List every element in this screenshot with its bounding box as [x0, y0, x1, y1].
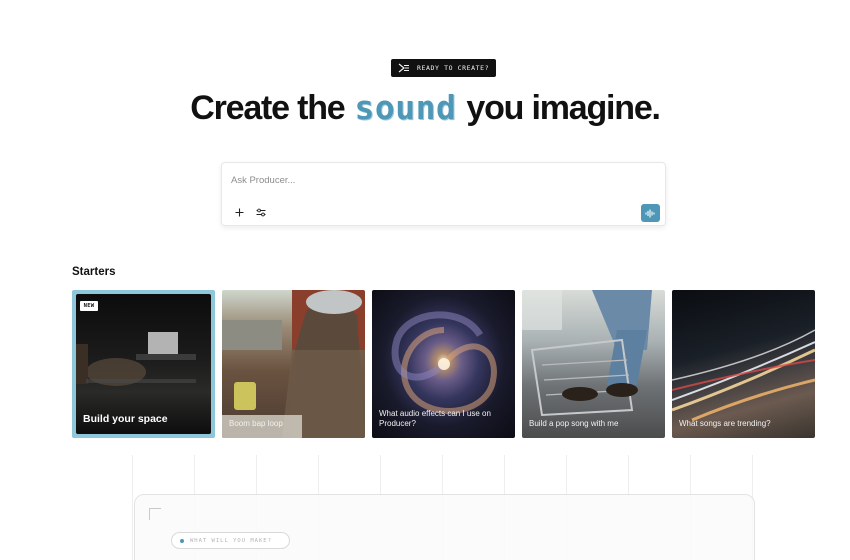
- add-button[interactable]: [232, 205, 246, 219]
- starter-card-build-your-space[interactable]: NEW Build your space: [72, 290, 215, 438]
- sliders-icon: [256, 208, 266, 216]
- composer-panel: WHAT WILL YOU MAKE?: [134, 494, 755, 560]
- starter-card-label: What songs are trending?: [679, 419, 771, 428]
- ready-badge: READY TO CREATE?: [391, 59, 496, 77]
- starters-heading: Starters: [72, 266, 116, 278]
- what-will-you-make-pill[interactable]: WHAT WILL YOU MAKE?: [171, 532, 290, 549]
- starter-card-image: [522, 290, 665, 438]
- ask-producer-input[interactable]: [231, 173, 651, 187]
- starter-card-image: [672, 290, 815, 438]
- waveform-icon: [645, 209, 655, 217]
- starter-card-label: Build a pop song with me: [529, 419, 619, 428]
- starter-card-audio-effects[interactable]: What audio effects can I use on Producer…: [372, 290, 515, 438]
- starter-card-label: Boom bap loop: [229, 419, 283, 428]
- starter-card-image: [222, 290, 365, 438]
- starter-card-trending-songs[interactable]: What songs are trending?: [672, 290, 815, 438]
- starter-card-pop-song[interactable]: Build a pop song with me: [522, 290, 665, 438]
- prompt-box: [221, 162, 666, 226]
- hero-text-before: Create the: [190, 89, 345, 127]
- corner-bracket-icon: [149, 508, 161, 520]
- hero-heading: Create the sound you imagine.: [0, 88, 850, 132]
- terminal-arrow-icon: [398, 63, 409, 73]
- voice-input-button[interactable]: [641, 204, 660, 222]
- settings-button[interactable]: [254, 205, 268, 219]
- pill-text: WHAT WILL YOU MAKE?: [190, 537, 272, 544]
- starter-card-label: What audio effects can I use on Producer…: [379, 409, 491, 428]
- hero-highlight-word: sound: [354, 88, 457, 127]
- starter-card-boom-bap-loop[interactable]: Boom bap loop: [222, 290, 365, 438]
- plus-icon: [235, 208, 243, 216]
- status-dot-icon: [180, 538, 184, 543]
- starter-card-label: Build your space: [83, 413, 168, 425]
- hero-text-after: you imagine.: [466, 89, 661, 127]
- new-badge: NEW: [80, 301, 98, 311]
- badge-text: READY TO CREATE?: [417, 64, 490, 72]
